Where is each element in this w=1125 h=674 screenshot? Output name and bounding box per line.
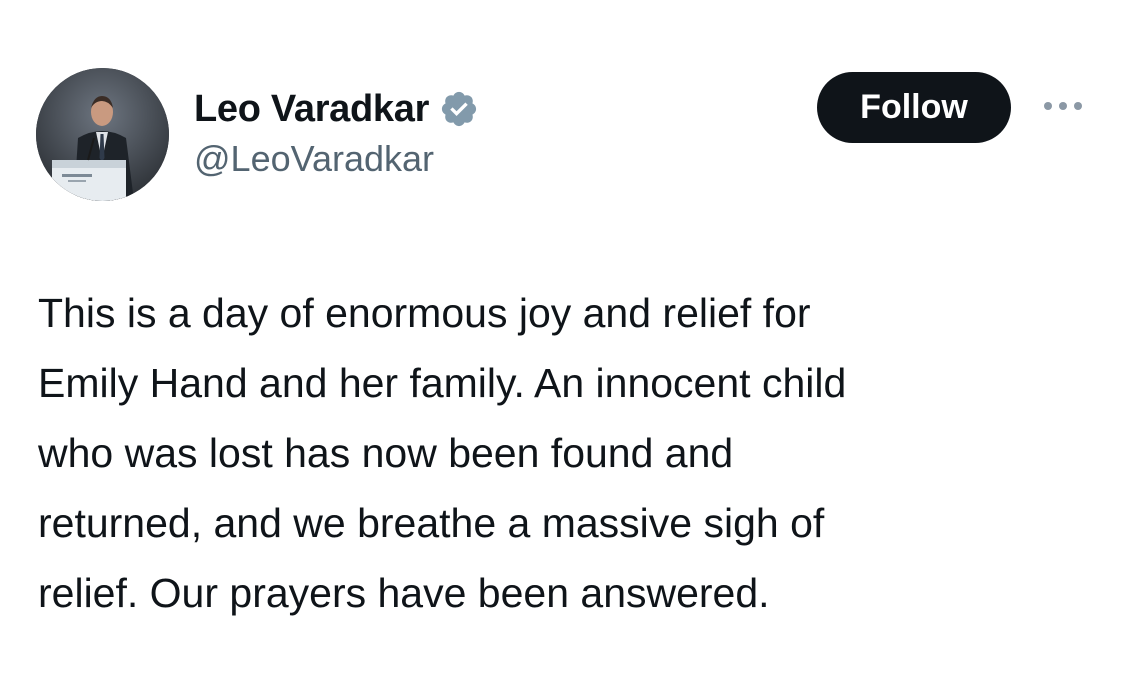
avatar-photo: [36, 68, 169, 201]
verified-badge-icon[interactable]: [439, 89, 479, 129]
tweet-card: Leo Varadkar @LeoVaradkar Follow This is…: [0, 0, 1125, 674]
name-row: Leo Varadkar: [194, 84, 479, 134]
tweet-text: This is a day of enormous joy and relief…: [38, 290, 847, 616]
author-info: Leo Varadkar @LeoVaradkar: [194, 84, 479, 180]
display-name[interactable]: Leo Varadkar: [194, 88, 429, 131]
more-horizontal-icon[interactable]: [1040, 96, 1086, 116]
avatar[interactable]: [36, 68, 169, 201]
handle[interactable]: @LeoVaradkar: [194, 138, 479, 180]
follow-button[interactable]: Follow: [817, 72, 1011, 143]
